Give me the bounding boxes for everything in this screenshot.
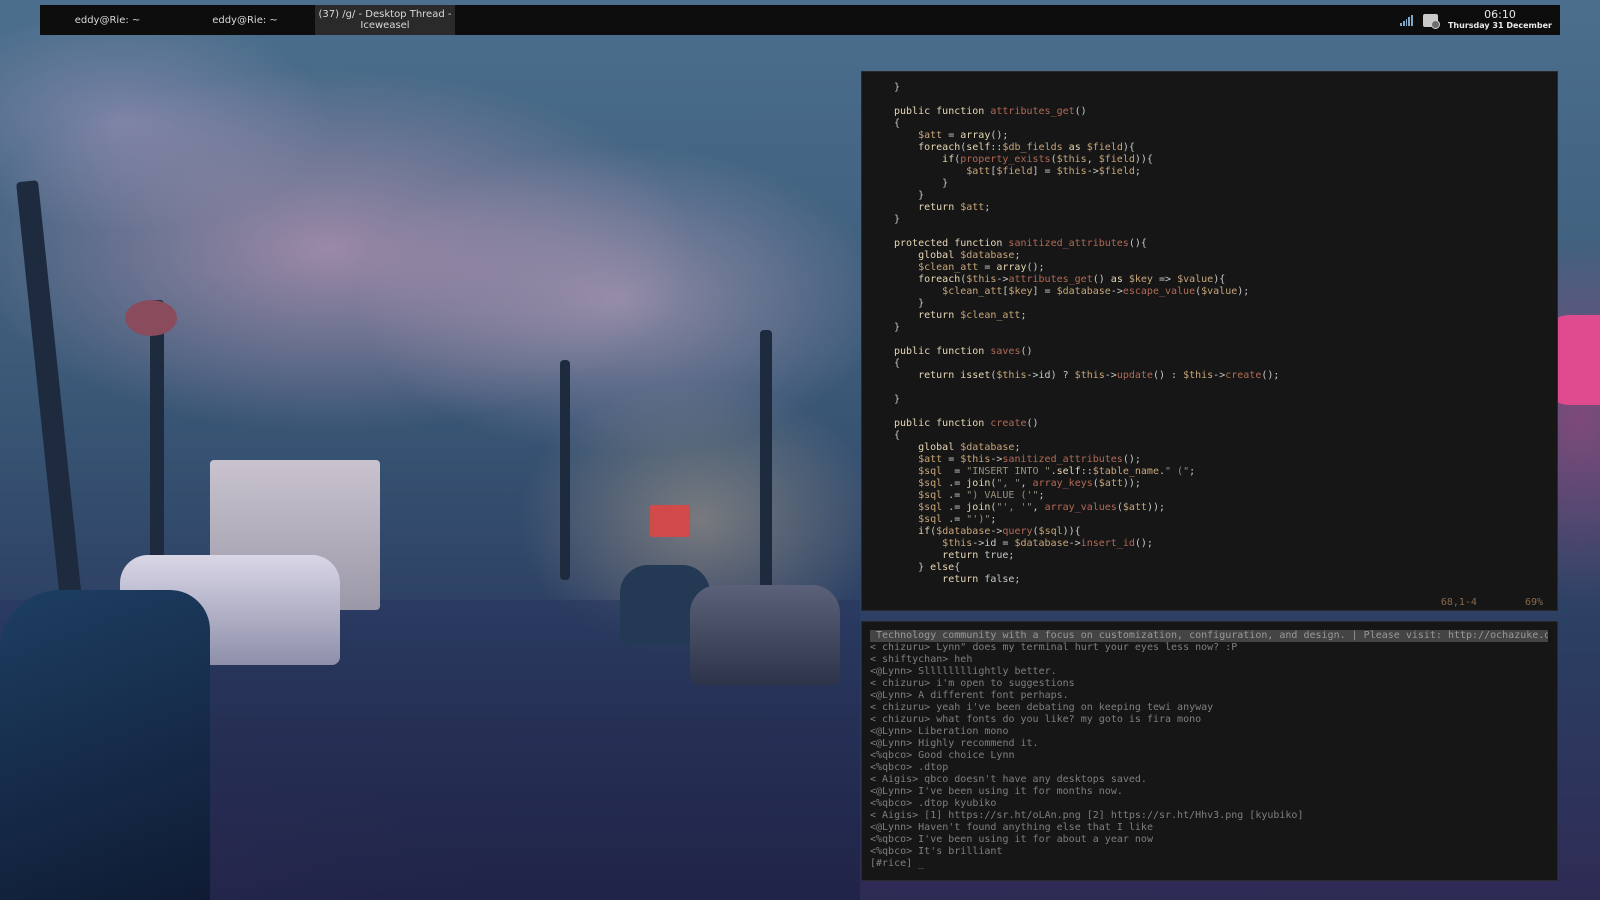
code-line: public function saves()	[894, 346, 1033, 357]
chat-message: <@Lynn> Haven't found anything else that…	[870, 822, 1153, 833]
code-line: $sql .= ") VALUE ('";	[918, 490, 1045, 501]
code-line: return $att;	[918, 202, 991, 213]
shop-sign	[125, 300, 177, 336]
channel-topic: Technology community with a focus on cus…	[870, 630, 1548, 642]
code-line: }	[894, 298, 925, 309]
chat-message: < shiftychan> heh	[870, 654, 973, 665]
code-line: public function create()	[894, 418, 1039, 429]
taskbar-item-browser[interactable]: (37) /g/ - Desktop Thread - Iceweasel	[315, 5, 455, 35]
taskbar-item-terminal-2[interactable]: eddy@Rie: ~	[175, 5, 315, 35]
code-line: foreach(self::$db_fields as $field){	[918, 142, 1135, 153]
tree-trunk	[760, 330, 772, 610]
code-line: $sql .= join("', '", array_values($att))…	[918, 502, 1166, 513]
chat-message: < Aigis> qbco doesn't have any desktops …	[870, 774, 1147, 785]
chat-message: < chizuru> yeah i've been debating on ke…	[870, 702, 1214, 713]
code-line: {	[894, 358, 901, 369]
clock-time: 06:10	[1484, 8, 1516, 21]
code-line: $sql = "INSERT INTO ".self::$table_name.…	[918, 466, 1196, 477]
code-line: protected function sanitized_attributes(…	[894, 238, 1147, 249]
chat-message: < Aigis> [1] https://sr.ht/oLAn.png [2] …	[870, 810, 1304, 821]
code-line: $att = array();	[918, 130, 1009, 141]
cursor-position: 68,1-4	[1440, 597, 1477, 608]
code-line: global $database;	[918, 250, 1021, 261]
clock-date: Thursday 31 December	[1447, 21, 1552, 30]
code-line: return $clean_att;	[918, 310, 1027, 321]
chat-message: <%qbco> It's brilliant	[870, 846, 1003, 857]
code-line: return true;	[942, 550, 1015, 561]
chat-input[interactable]: [#rice] _	[870, 858, 924, 870]
chat-message: < chizuru> Lynn" does my terminal hurt y…	[870, 642, 1238, 653]
vim-editor-terminal[interactable]: } public function attributes_get(){ $att…	[862, 72, 1557, 610]
taskbar-item-terminal-1[interactable]: eddy@Rie: ~	[40, 5, 175, 35]
code-line: return isset($this->id) ? $this->update(…	[918, 370, 1280, 381]
code-line: foreach($this->attributes_get() as $key …	[918, 274, 1226, 285]
code-line: } else{	[894, 562, 961, 573]
tree-trunk	[560, 360, 570, 580]
code-line: }	[894, 394, 901, 405]
code-line: }	[894, 82, 901, 93]
parked-car	[690, 585, 840, 685]
code-line: $clean_att = array();	[918, 262, 1045, 273]
chat-message: <%qbco> Good choice Lynn	[870, 750, 1015, 761]
code-line: $clean_att[$key] = $database->escape_val…	[942, 286, 1250, 297]
code-line: if($database->query($sql)){	[918, 526, 1081, 537]
chat-message: <@Lynn> Liberation mono	[870, 726, 1009, 737]
code-line: $att = $this->sanitized_attributes();	[918, 454, 1141, 465]
code-line: {	[894, 430, 901, 441]
signal-icon[interactable]	[1399, 14, 1413, 26]
irc-terminal[interactable]: Technology community with a focus on cus…	[862, 622, 1557, 880]
dark-car	[0, 590, 210, 900]
code-line: $att[$field] = $this->$field;	[966, 166, 1141, 177]
taskbar-item-label: eddy@Rie: ~	[212, 14, 278, 26]
top-panel: eddy@Rie: ~ eddy@Rie: ~ (37) /g/ - Deskt…	[40, 5, 1560, 35]
code-line: }	[894, 190, 925, 201]
chat-message: <@Lynn> I've been using it for months no…	[870, 786, 1123, 797]
chat-message: <%qbco> I've been using it for about a y…	[870, 834, 1153, 845]
code-buffer[interactable]: } public function attributes_get(){ $att…	[894, 82, 1279, 586]
folder-icon[interactable]	[1422, 13, 1440, 29]
scroll-percent: 69%	[1524, 597, 1543, 608]
chat-log: < chizuru> Lynn" does my terminal hurt y…	[870, 642, 1303, 858]
code-line: $sql .= "')";	[918, 514, 997, 525]
chat-message: <@Lynn> A different font perhaps.	[870, 690, 1069, 701]
code-line: $sql .= join(", ", array_keys($att));	[918, 478, 1141, 489]
tree-trunk	[16, 180, 86, 640]
chat-message: <%qbco> .dtop	[870, 762, 949, 773]
shop-sign	[650, 505, 690, 537]
chat-message: < chizuru> what fonts do you like? my go…	[870, 714, 1202, 725]
code-line: $this->id = $database->insert_id();	[942, 538, 1153, 549]
system-tray: 06:10 Thursday 31 December	[1399, 5, 1552, 35]
code-line: global $database;	[918, 442, 1021, 453]
code-line: }	[894, 214, 901, 225]
chat-message: <%qbco> .dtop kyubiko	[870, 798, 997, 809]
vim-status-line: 68,1-4 69%	[862, 585, 1543, 621]
chat-message: <@Lynn> Highly recommend it.	[870, 738, 1039, 749]
taskbar-item-label: eddy@Rie: ~	[74, 14, 141, 26]
code-line: if(property_exists($this, $field)){	[942, 154, 1153, 165]
chat-message: < chizuru> i'm open to suggestions	[870, 678, 1075, 689]
code-line: public function attributes_get()	[894, 106, 1087, 117]
chat-message: <@Lynn> Sllllllllightly better.	[870, 666, 1057, 677]
code-line: {	[894, 118, 901, 129]
code-line: }	[894, 322, 901, 333]
clock[interactable]: 06:10 Thursday 31 December	[1448, 9, 1552, 31]
taskbar-item-label: (37) /g/ - Desktop Thread - Iceweasel	[318, 9, 452, 31]
code-line: }	[894, 178, 949, 189]
